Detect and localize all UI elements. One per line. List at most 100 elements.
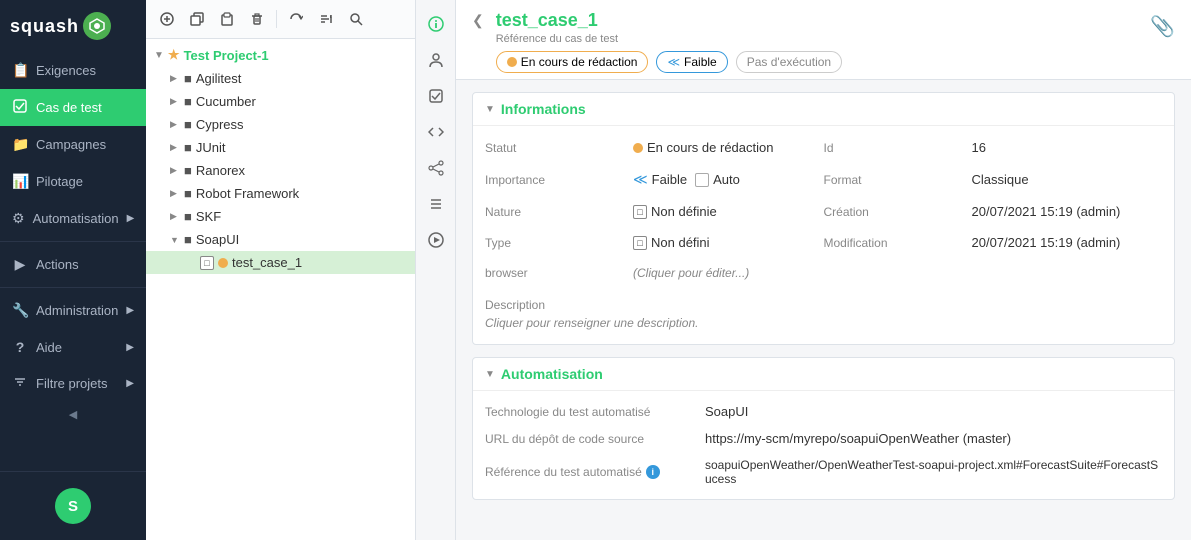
importance-value: ≪ Faible Auto xyxy=(625,167,824,192)
ranorex-toggle: ▶ xyxy=(170,165,180,176)
folder-icon: ■ xyxy=(184,163,192,178)
nature-icon: □ xyxy=(633,205,647,219)
main-body: ▼ Informations Statut En cours de rédact… xyxy=(456,80,1191,540)
collapse-main-button[interactable]: ❮ xyxy=(472,10,484,29)
sidebar-item-administration[interactable]: 🔧 Administration ▶ xyxy=(0,292,146,329)
sidebar-item-actions[interactable]: ▶ Actions xyxy=(0,246,146,283)
actions-icon: ▶ xyxy=(12,256,28,273)
execution-badge-label: Pas d'exécution xyxy=(747,55,831,69)
administration-icon: 🔧 xyxy=(12,302,28,319)
tree-item-cucumber[interactable]: ▶ ■ Cucumber xyxy=(146,90,415,113)
delete-button[interactable] xyxy=(244,6,270,32)
robot-toggle: ▶ xyxy=(170,188,180,199)
sidebar-item-cas-de-test[interactable]: Cas de test xyxy=(0,89,146,126)
info-panel-button[interactable] xyxy=(420,8,452,40)
user-panel-button[interactable] xyxy=(420,44,452,76)
sidebar-item-pilotage[interactable]: 📊 Pilotage xyxy=(0,163,146,200)
reference-value: soapuiOpenWeather/OpenWeatherTest-soapui… xyxy=(705,455,1162,489)
folder-icon: ■ xyxy=(184,94,192,109)
automatisation-section: ▼ Automatisation Technologie du test aut… xyxy=(472,357,1175,500)
add-button[interactable] xyxy=(154,6,180,32)
cas-de-test-icon xyxy=(12,99,28,116)
check-panel-button[interactable] xyxy=(420,80,452,112)
sort-button[interactable] xyxy=(313,6,339,32)
description-edit[interactable]: Cliquer pour renseigner une description. xyxy=(485,316,1162,330)
type-value: □ Non défini xyxy=(625,231,824,254)
test-case-icon: □ xyxy=(200,256,214,270)
tree-item-skf[interactable]: ▶ ■ SKF xyxy=(146,205,415,228)
filtre-arrow: ▶ xyxy=(126,378,134,389)
type-text: Non défini xyxy=(651,235,710,250)
url-label-text: URL du dépôt de code source xyxy=(485,432,644,446)
tree-item-junit[interactable]: ▶ ■ JUnit xyxy=(146,136,415,159)
nature-value: □ Non définie xyxy=(625,200,824,223)
importance-label: Importance xyxy=(485,169,625,191)
format-label: Format xyxy=(824,169,964,191)
creation-value: 20/07/2021 15:19 (admin) xyxy=(964,200,1163,223)
sidebar-item-campagnes[interactable]: 📁 Campagnes xyxy=(0,126,146,163)
nature-label: Nature xyxy=(485,201,625,223)
aide-icon: ? xyxy=(12,339,28,355)
sidebar-item-aide[interactable]: ? Aide ▶ xyxy=(0,329,146,365)
pin-icon[interactable]: 📎 xyxy=(1150,14,1175,39)
technologie-label: Technologie du test automatisé xyxy=(485,402,705,422)
reference-label-text: Référence du test automatisé xyxy=(485,465,642,479)
informations-toggle: ▼ xyxy=(485,104,495,115)
status-badge[interactable]: En cours de rédaction xyxy=(496,51,649,73)
root-toggle: ▼ xyxy=(154,50,164,61)
tree-item-ranorex[interactable]: ▶ ■ Ranorex xyxy=(146,159,415,182)
importance-icon-badge: ≪ xyxy=(667,55,680,69)
side-icon-panel xyxy=(416,0,456,540)
folder-icon: ■ xyxy=(184,140,192,155)
informations-body: Statut En cours de rédaction Id 16 Impor… xyxy=(473,126,1174,344)
tree-root[interactable]: ▼ ★ Test Project-1 xyxy=(146,43,415,67)
tree-toolbar xyxy=(146,0,415,39)
play-panel-button[interactable] xyxy=(420,224,452,256)
list-panel-button[interactable] xyxy=(420,188,452,220)
nature-text: Non définie xyxy=(651,204,717,219)
technologie-value: SoapUI xyxy=(705,401,1162,422)
browser-edit[interactable]: (Cliquer pour éditer...) xyxy=(633,266,749,280)
sidebar-item-exigences[interactable]: 📋 Exigences xyxy=(0,52,146,89)
root-label: Test Project-1 xyxy=(184,48,269,63)
informations-title: Informations xyxy=(501,101,586,117)
search-button[interactable] xyxy=(343,6,369,32)
technologie-label-text: Technologie du test automatisé xyxy=(485,405,650,419)
id-value: 16 xyxy=(964,136,1163,159)
sidebar-logo: squash xyxy=(0,0,146,52)
execution-badge[interactable]: Pas d'exécution xyxy=(736,51,842,73)
sidebar-collapse-button[interactable]: ◀ xyxy=(0,402,146,427)
auto-label: Auto xyxy=(713,172,740,187)
cucumber-label: Cucumber xyxy=(196,94,256,109)
tree-item-soapui[interactable]: ▼ ■ SoapUI xyxy=(146,228,415,251)
code-panel-button[interactable] xyxy=(420,116,452,148)
junit-toggle: ▶ xyxy=(170,142,180,153)
tree-item-agilitest[interactable]: ▶ ■ Agilitest xyxy=(146,67,415,90)
informations-section-header[interactable]: ▼ Informations xyxy=(473,93,1174,126)
tree-item-cypress[interactable]: ▶ ■ Cypress xyxy=(146,113,415,136)
folder-icon: ■ xyxy=(184,232,192,247)
importance-badge[interactable]: ≪ Faible xyxy=(656,51,727,73)
sidebar-item-filtre-projets[interactable]: Filtre projets ▶ xyxy=(0,365,146,402)
type-label: Type xyxy=(485,232,625,254)
info-grid: Statut En cours de rédaction Id 16 Impor… xyxy=(485,136,1162,334)
informations-section: ▼ Informations Statut En cours de rédact… xyxy=(472,92,1175,345)
automatisation-section-header[interactable]: ▼ Automatisation xyxy=(473,358,1174,391)
page-title: test_case_1 xyxy=(496,10,1138,31)
auto-checkbox[interactable] xyxy=(695,173,709,187)
tree-item-test-case-1[interactable]: □ test_case_1 xyxy=(146,251,415,274)
share-panel-button[interactable] xyxy=(420,152,452,184)
sidebar-item-automatisation[interactable]: ⚙ Automatisation ▶ xyxy=(0,200,146,237)
skf-label: SKF xyxy=(196,209,221,224)
pilotage-icon: 📊 xyxy=(12,173,28,190)
refresh-button[interactable] xyxy=(283,6,309,32)
paste-button[interactable] xyxy=(214,6,240,32)
folder-icon: ■ xyxy=(184,186,192,201)
tree-item-robotframework[interactable]: ▶ ■ Robot Framework xyxy=(146,182,415,205)
user-avatar[interactable]: S xyxy=(55,488,91,524)
skf-toggle: ▶ xyxy=(170,211,180,222)
status-dot-badge xyxy=(507,57,517,67)
sidebar-bottom: S xyxy=(0,471,146,540)
url-label: URL du dépôt de code source xyxy=(485,429,705,449)
copy-button[interactable] xyxy=(184,6,210,32)
